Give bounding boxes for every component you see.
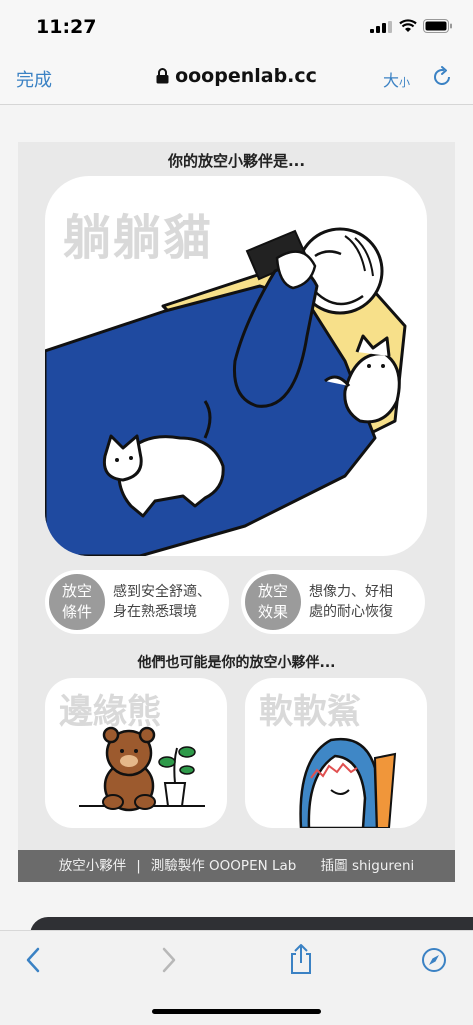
- battery-icon: [423, 19, 452, 33]
- footer-spacer: [306, 858, 310, 874]
- status-bar: 11:27: [0, 0, 473, 52]
- condition-description: 感到安全舒適、 身在熟悉環境: [113, 582, 225, 622]
- reload-icon[interactable]: [431, 66, 453, 88]
- badge-line: 條件: [61, 603, 92, 621]
- main-result-panel: 躺躺貓: [45, 176, 427, 556]
- badge-line: 效果: [257, 603, 288, 621]
- footer-credit: 測驗製作 OOOPEN Lab: [150, 858, 297, 874]
- text-size-button[interactable]: 大小: [383, 67, 410, 91]
- compass-icon[interactable]: [421, 947, 447, 973]
- other-result-bear[interactable]: 邊緣熊: [45, 678, 227, 828]
- signal-icon: [370, 21, 392, 33]
- status-time: 11:27: [36, 16, 97, 38]
- result-footer: 放空小夥伴 | 測驗製作 OOOPEN Lab 插圖 shigureni: [18, 850, 455, 882]
- footer-separator: |: [136, 858, 141, 874]
- desc-line: 處的耐心恢復: [309, 604, 393, 620]
- bear-with-plant-illustration: [79, 726, 205, 812]
- effect-badge: 放空 效果: [245, 574, 301, 630]
- text-size-big: 大: [383, 71, 400, 90]
- text-size-small: 小: [399, 76, 411, 89]
- share-icon[interactable]: [288, 943, 314, 975]
- effect-description: 想像力、好相 處的耐心恢復: [309, 582, 421, 622]
- footer-title: 放空小夥伴: [58, 858, 127, 874]
- browser-nav-bar: 完成 ooopenlab.cc 大小: [0, 52, 473, 105]
- shark-costume-illustration: [299, 737, 397, 828]
- wifi-icon: [399, 19, 417, 32]
- badge-line: 放空: [61, 582, 92, 600]
- back-icon[interactable]: [24, 945, 42, 975]
- sleeping-person-with-cats-illustration: [45, 227, 407, 556]
- condition-pill: 放空條件 感到安全舒適、 身在熟悉環境: [45, 570, 229, 634]
- url-text: ooopenlab.cc: [175, 65, 317, 87]
- other-result-shark[interactable]: 軟軟鯊: [245, 678, 427, 828]
- effect-pill: 放空效果 想像力、好相 處的耐心恢復: [241, 570, 425, 634]
- home-indicator: [152, 1009, 321, 1014]
- condition-badge: 放空 條件: [49, 574, 105, 630]
- forward-icon[interactable]: [160, 945, 178, 975]
- desc-line: 想像力、好相: [309, 584, 393, 600]
- result-card: 你的放空小夥伴是... 躺躺貓 放空 條件 感到安全舒適、 身在熟悉環境 放空 …: [18, 142, 455, 882]
- result-title: 你的放空小夥伴是...: [167, 152, 306, 170]
- lock-icon: [156, 68, 169, 84]
- others-title: 他們也可能是你的放空小夥伴...: [137, 655, 336, 671]
- badge-line: 放空: [257, 582, 288, 600]
- desc-line: 感到安全舒適、: [113, 584, 211, 600]
- desc-line: 身在熟悉環境: [113, 604, 197, 620]
- footer-illustrator: 插圖 shigureni: [320, 858, 415, 874]
